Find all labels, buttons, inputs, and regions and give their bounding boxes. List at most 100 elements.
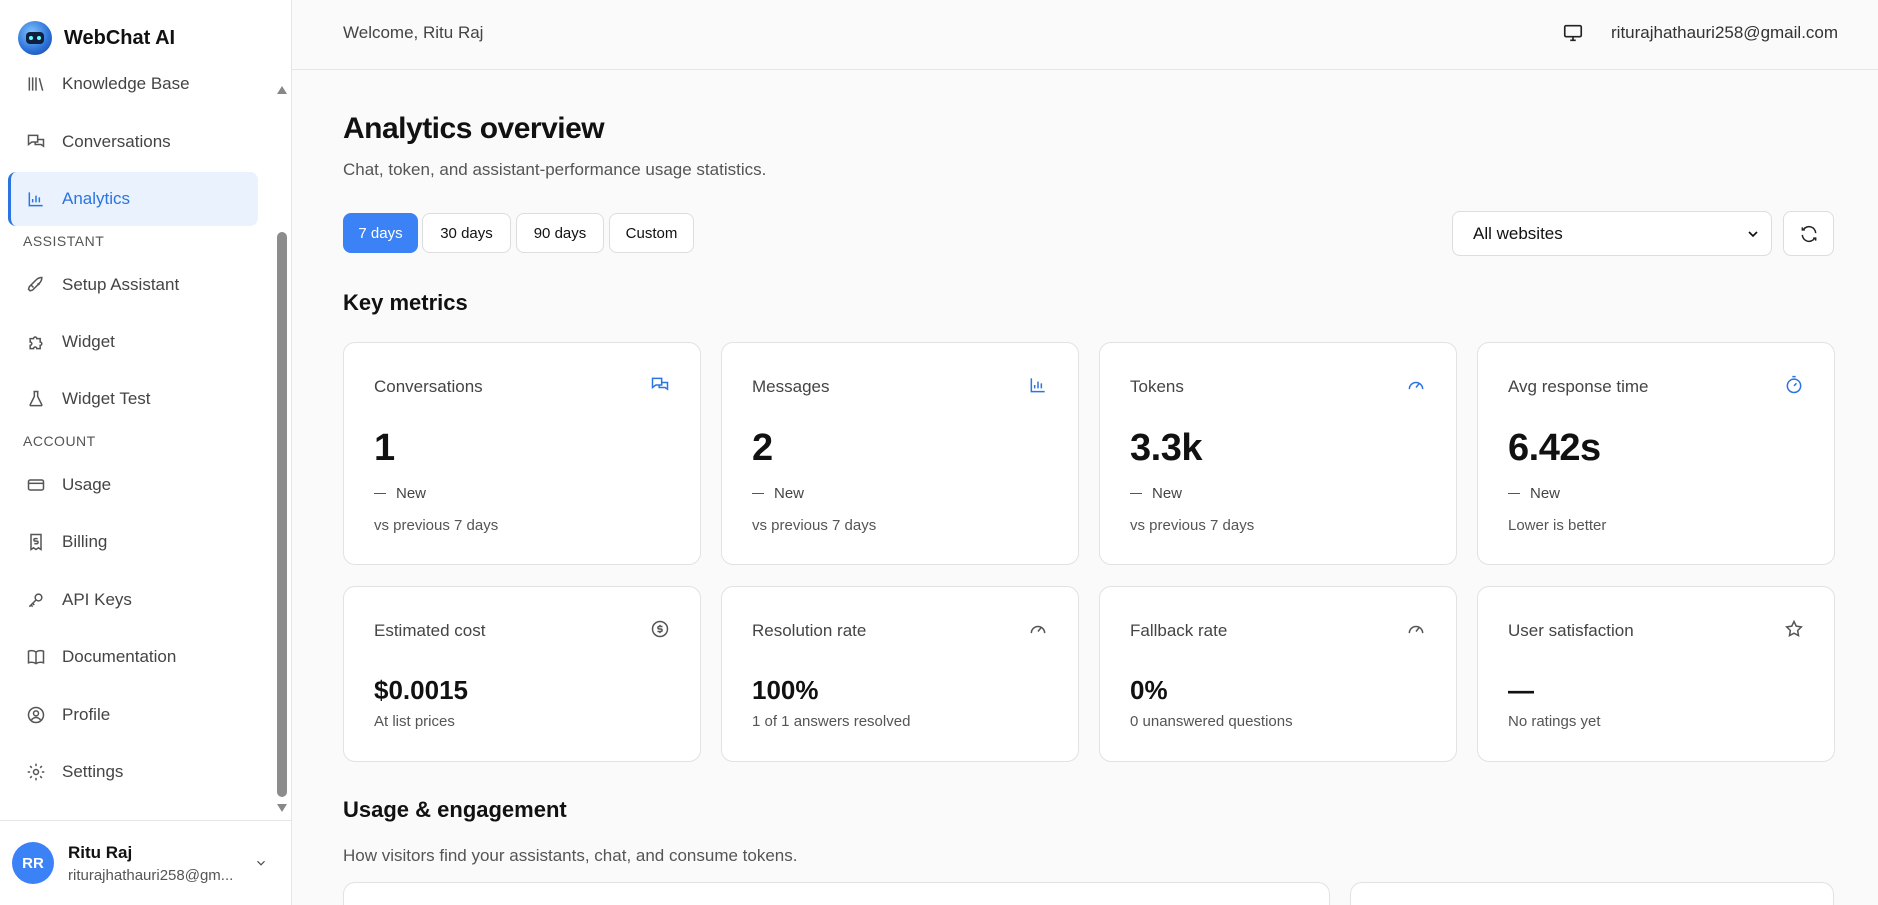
metric-label: Resolution rate: [752, 621, 867, 640]
sidebar-item-widget[interactable]: Widget: [8, 315, 258, 369]
sidebar-item-analytics[interactable]: Analytics: [8, 172, 258, 226]
welcome-text: Welcome, Ritu Raj: [343, 23, 484, 42]
sidebar-item-documentation[interactable]: Documentation: [8, 630, 258, 684]
sidebar-scrollbar[interactable]: [276, 84, 288, 814]
metric-label: User satisfaction: [1508, 621, 1634, 640]
range-7-days-button[interactable]: 7 days: [343, 213, 418, 253]
sidebar-item-usage[interactable]: Usage: [8, 458, 258, 512]
metric-card-user-satisfaction: User satisfaction — No ratings yet: [1477, 586, 1835, 762]
sidebar-item-label: Widget: [62, 332, 115, 351]
sidebar-item-label: Billing: [62, 532, 108, 551]
sidebar-item-profile[interactable]: Profile: [8, 688, 258, 742]
scroll-thumb[interactable]: [277, 232, 287, 797]
metric-label: Tokens: [1130, 377, 1184, 396]
sidebar-item-widget-test[interactable]: Widget Test: [8, 372, 258, 426]
stopwatch-icon: [1786, 375, 1802, 394]
metric-value: 1: [374, 427, 395, 469]
sidebar-nav: Knowledge Base Conversations Analytics A…: [0, 70, 270, 815]
account-email[interactable]: riturajhathauri258@gmail.com: [1611, 23, 1838, 43]
bar-chart-icon: [1030, 378, 1045, 393]
range-90-days-button[interactable]: 90 days: [516, 213, 604, 253]
sidebar-item-label: Setup Assistant: [62, 275, 180, 294]
sidebar-item-label: Analytics: [62, 189, 131, 208]
metric-note: vs previous 7 days: [1130, 517, 1255, 534]
metric-card-avg-response-time: Avg response time 6.42s New Lower is bet…: [1477, 342, 1835, 565]
sidebar-item-label: API Keys: [62, 590, 132, 609]
user-menu[interactable]: RR Ritu Raj riturajhathauri258@gm...: [0, 820, 291, 905]
sidebar-item-conversations[interactable]: Conversations: [8, 115, 258, 169]
refresh-icon: [1801, 225, 1816, 242]
dash-icon: [374, 492, 386, 495]
brand[interactable]: WebChat AI: [18, 18, 175, 58]
metric-change: New: [752, 485, 804, 502]
metric-change-text: New: [1152, 485, 1183, 502]
metric-note: Lower is better: [1508, 517, 1607, 534]
robot-logo-icon: [18, 21, 52, 55]
metric-card-conversations: Conversations 1 New vs previous 7 days: [343, 342, 701, 565]
dash-icon: [752, 492, 764, 495]
page-subtitle: Chat, token, and assistant-performance u…: [343, 160, 767, 179]
metric-subtext: No ratings yet: [1508, 713, 1601, 730]
metric-note: vs previous 7 days: [374, 517, 499, 534]
gear-icon: [27, 763, 45, 781]
chat-icon: [651, 377, 669, 391]
range-30-days-button[interactable]: 30 days: [422, 213, 511, 253]
refresh-button[interactable]: [1783, 211, 1834, 256]
scroll-down-arrow-icon[interactable]: [277, 804, 287, 812]
avatar: RR: [12, 842, 54, 884]
user-email: riturajhathauri258@gm...: [68, 866, 234, 884]
gauge-icon: [1408, 625, 1424, 634]
dash-icon: [1130, 492, 1142, 495]
metric-value: $0.0015: [374, 675, 468, 705]
sidebar: WebChat AI Knowledge Base Conversations …: [0, 0, 292, 905]
chevron-down-icon[interactable]: [254, 856, 268, 870]
key-metrics-title: Key metrics: [343, 290, 468, 315]
sidebar-item-setup-assistant[interactable]: Setup Assistant: [8, 258, 258, 312]
metric-value: 100%: [752, 675, 819, 705]
sidebar-item-settings[interactable]: Settings: [8, 745, 258, 799]
metric-change: New: [1130, 485, 1182, 502]
metric-label: Estimated cost: [374, 621, 486, 640]
card-icon: [27, 479, 45, 491]
metric-value: 3.3k: [1130, 427, 1202, 469]
sidebar-item-knowledge-base[interactable]: Knowledge Base: [8, 70, 258, 111]
engagement-panel-right: [1350, 882, 1834, 905]
flask-icon: [29, 390, 43, 407]
topbar: Welcome, Ritu Raj riturajhathauri258@gma…: [292, 0, 1878, 70]
metric-label: Avg response time: [1508, 377, 1649, 396]
dollar-icon: [651, 620, 669, 638]
metric-subtext: 0 unanswered questions: [1130, 713, 1293, 730]
metric-subtext: At list prices: [374, 713, 455, 730]
key-icon: [28, 593, 43, 608]
metric-note: vs previous 7 days: [752, 517, 877, 534]
puzzle-icon: [29, 336, 43, 350]
sidebar-item-billing[interactable]: Billing: [8, 515, 258, 569]
library-icon: [28, 77, 44, 91]
metric-value: 0%: [1130, 675, 1168, 705]
gauge-icon: [1030, 625, 1046, 634]
section-label-assistant: ASSISTANT: [23, 233, 105, 249]
metric-label: Conversations: [374, 377, 483, 396]
sidebar-item-label: Documentation: [62, 647, 177, 666]
monitor-icon[interactable]: [1562, 22, 1584, 44]
user-circle-icon: [27, 706, 45, 724]
engagement-title: Usage & engagement: [343, 797, 567, 822]
gauge-icon: [1408, 381, 1424, 390]
metric-change-text: New: [396, 485, 427, 502]
metric-card-estimated-cost: Estimated cost $0.0015 At list prices: [343, 586, 701, 762]
scroll-up-arrow-icon[interactable]: [277, 86, 287, 94]
metric-card-resolution-rate: Resolution rate 100% 1 of 1 answers reso…: [721, 586, 1079, 762]
metric-card-tokens: Tokens 3.3k New vs previous 7 days: [1099, 342, 1457, 565]
website-select[interactable]: All websites: [1452, 211, 1772, 256]
user-meta: Ritu Raj riturajhathauri258@gm...: [68, 843, 240, 884]
range-custom-button[interactable]: Custom: [609, 213, 694, 253]
metric-subtext: 1 of 1 answers resolved: [752, 713, 911, 730]
chevron-down-icon: [1748, 230, 1758, 237]
book-icon: [27, 649, 45, 665]
bar-chart-icon: [28, 192, 43, 207]
sidebar-item-label: Widget Test: [62, 389, 151, 408]
sidebar-item-api-keys[interactable]: API Keys: [8, 573, 258, 627]
star-icon: [1785, 619, 1803, 637]
metric-value: 2: [752, 427, 773, 469]
metric-value: —: [1508, 675, 1534, 705]
